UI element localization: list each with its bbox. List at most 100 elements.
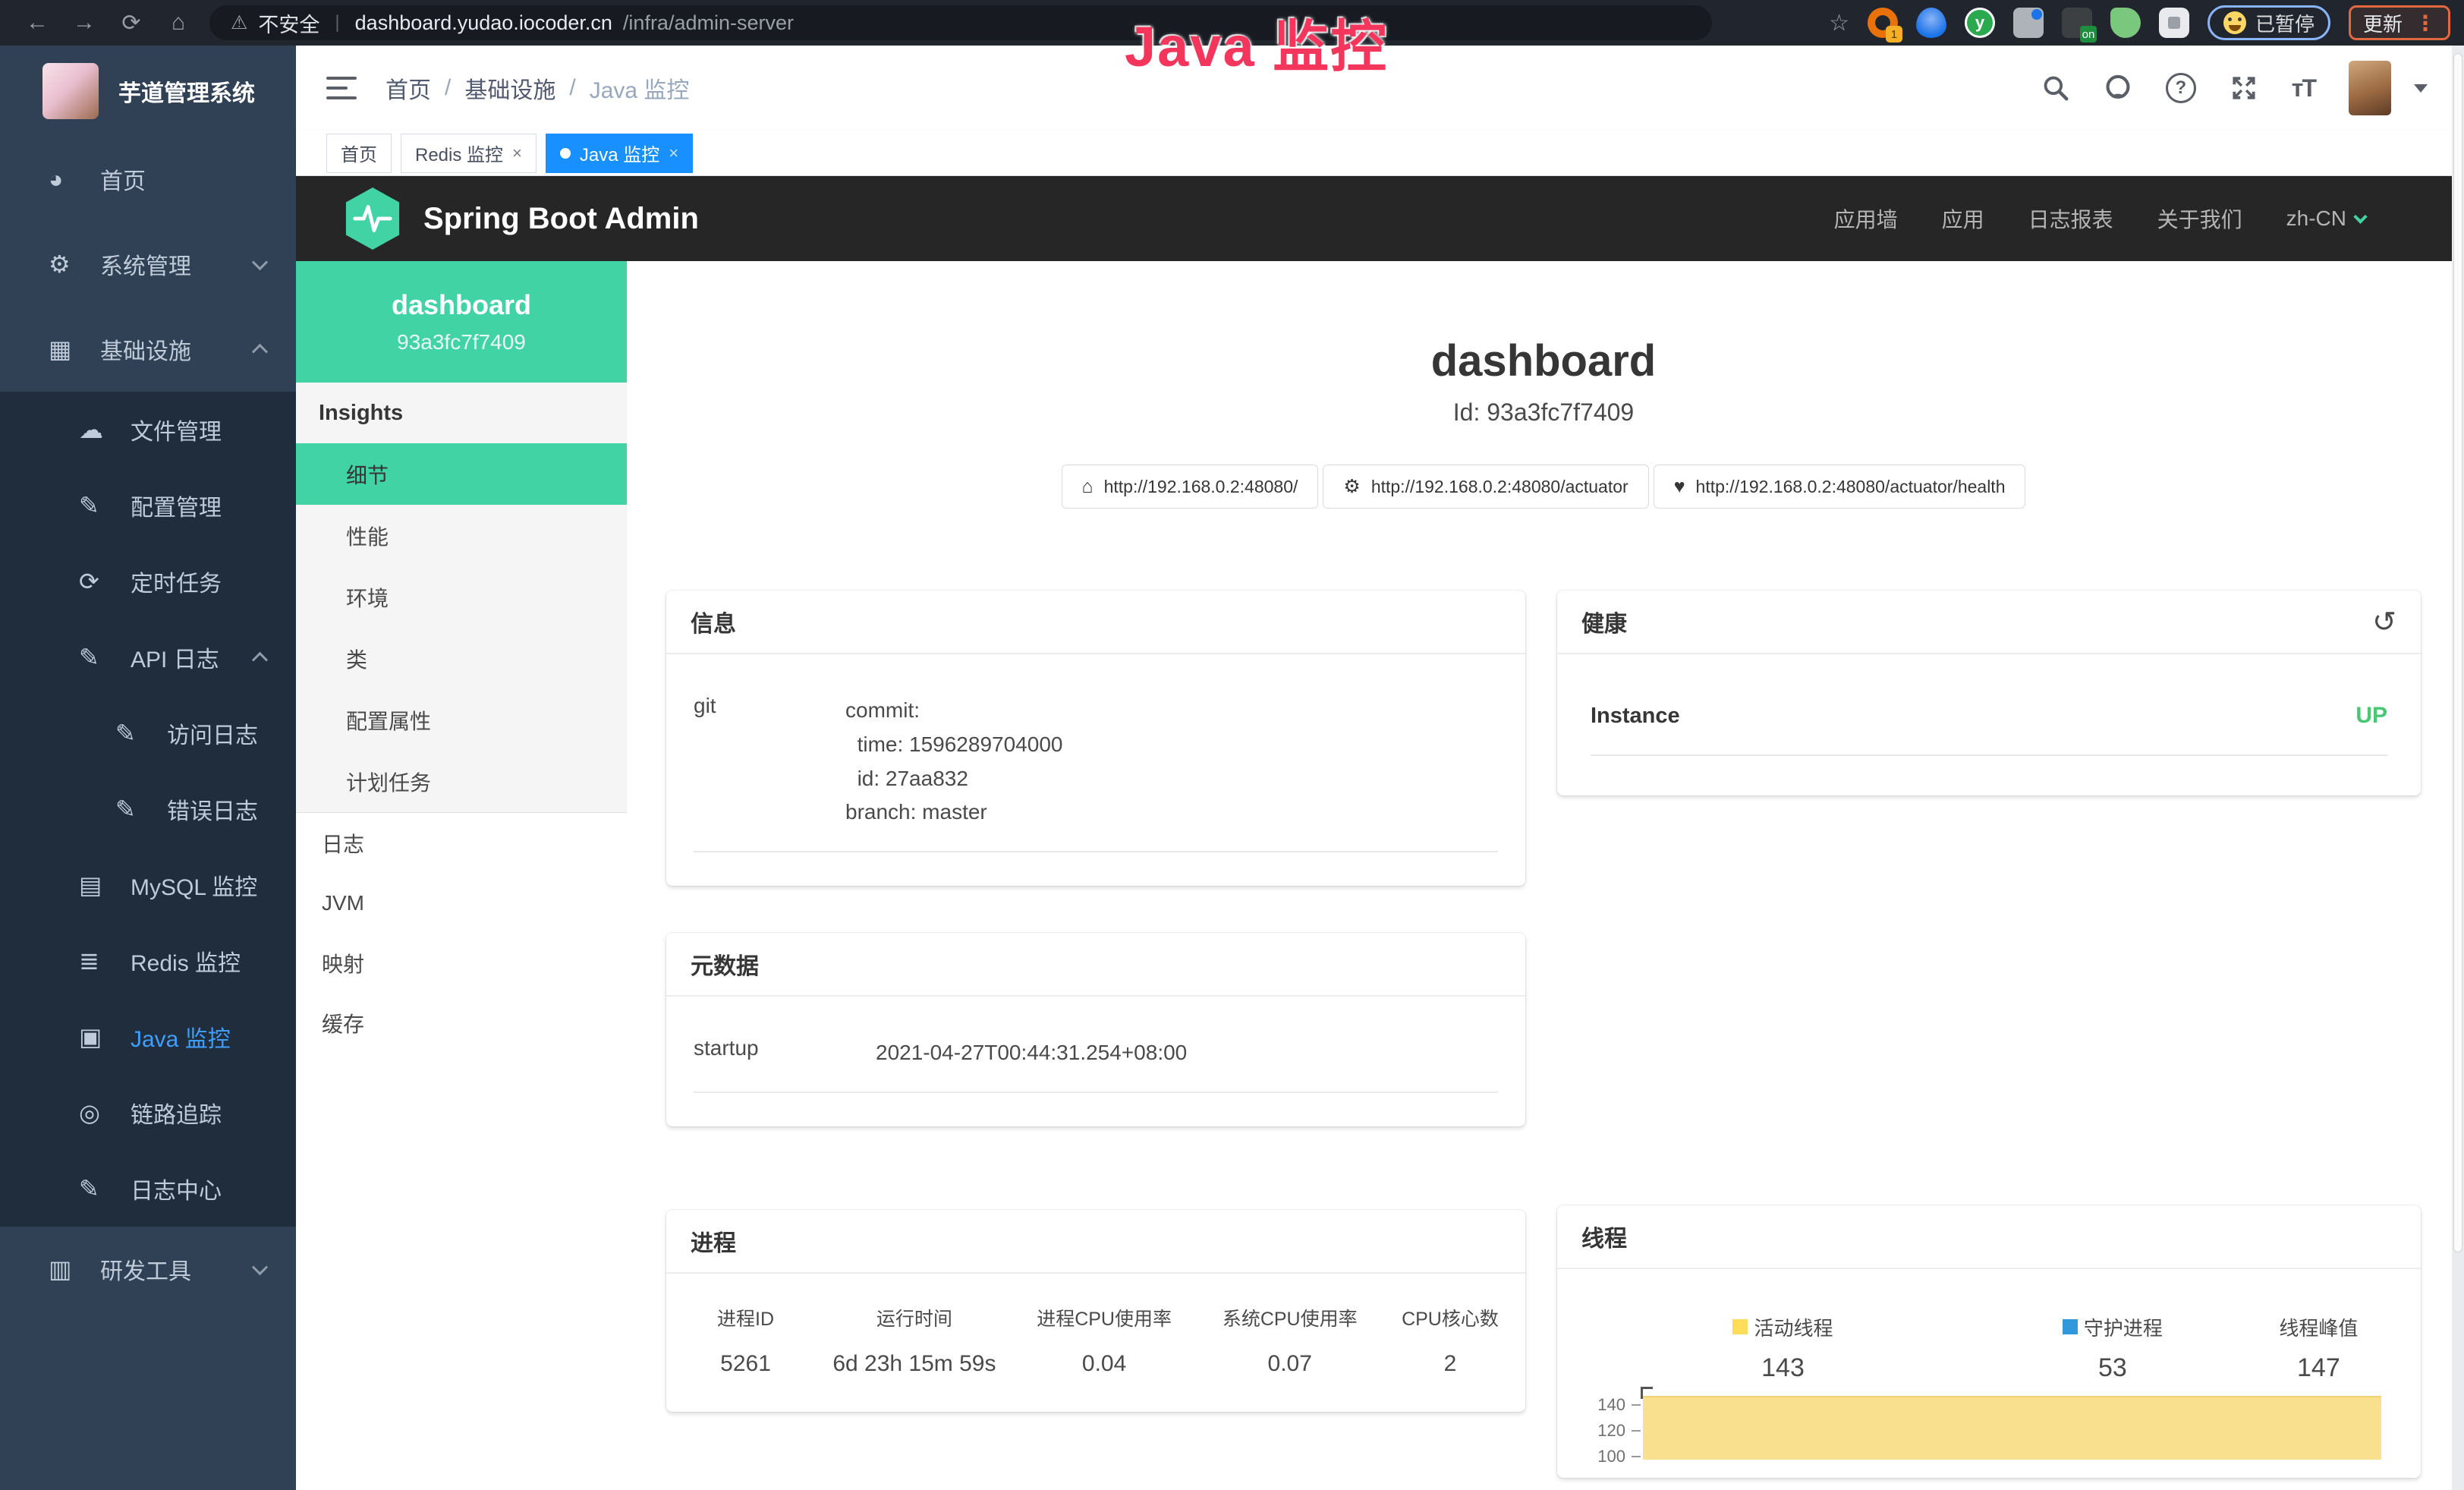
- sba-instance-header[interactable]: dashboard 93a3fc7f7409: [296, 261, 627, 383]
- sidebar-item-system[interactable]: ⚙ 系统管理: [0, 222, 296, 307]
- paused-profile-badge[interactable]: 已暂停: [2208, 5, 2330, 40]
- extension-icon-pin[interactable]: [1916, 8, 1946, 38]
- sba-item-performance[interactable]: 性能: [296, 505, 627, 566]
- collapse-sidebar-icon[interactable]: [326, 77, 357, 99]
- sba-item-details[interactable]: 细节: [296, 443, 627, 505]
- page-title: dashboard: [666, 335, 2421, 386]
- sidebar-item-config[interactable]: ✎ 配置管理: [0, 468, 296, 543]
- threads-area-chart: 140 120 100: [1577, 1394, 2401, 1478]
- github-icon[interactable]: [2104, 74, 2132, 102]
- health-url: http://192.168.0.2:48080/actuator/health: [1696, 477, 2006, 497]
- sba-nav-about[interactable]: 关于我们: [2157, 203, 2242, 234]
- font-size-icon[interactable]: тT: [2292, 74, 2315, 102]
- sba-nav-journal[interactable]: 日志报表: [2028, 203, 2113, 234]
- sba-item-mappings[interactable]: 映射: [296, 933, 627, 993]
- actuator-url-button[interactable]: ⚙ http://192.168.0.2:48080/actuator: [1323, 465, 1648, 509]
- bookmark-star-icon[interactable]: ☆: [1829, 10, 1849, 36]
- address-bar[interactable]: ⚠ 不安全 | dashboard.yudao.iocoder.cn/infra…: [209, 5, 1712, 40]
- search-icon[interactable]: [2041, 74, 2070, 102]
- sba-item-logs[interactable]: 日志: [296, 813, 627, 873]
- metadata-card-title: 元数据: [666, 933, 1525, 997]
- eye-icon: ◎: [79, 1098, 131, 1127]
- system-cpu-value: 0.07: [1197, 1351, 1383, 1377]
- sidebar-item-label: API 日志: [131, 641, 219, 674]
- sba-nav-wallboard[interactable]: 应用墙: [1834, 203, 1898, 234]
- screen: ← → ⟳ ⌂ ⚠ 不安全 | dashboard.yudao.iocoder.…: [0, 0, 2464, 1490]
- extension-icon-switch[interactable]: on: [2062, 8, 2092, 38]
- sidebar-item-job[interactable]: ⟳ 定时任务: [0, 543, 296, 619]
- browser-forward-icon[interactable]: →: [61, 10, 108, 36]
- sidebar-item-trace[interactable]: ◎ 链路追踪: [0, 1075, 296, 1151]
- close-icon[interactable]: ×: [512, 143, 522, 163]
- metadata-row-startup: startup 2021-04-27T00:44:31.254+08:00: [694, 1036, 1498, 1093]
- browser-reload-icon[interactable]: ⟳: [108, 10, 155, 36]
- sidebar-item-redis[interactable]: ≣ Redis 监控: [0, 923, 296, 999]
- app-logo-row[interactable]: 芋道管理系统: [0, 46, 296, 137]
- browser-home-icon[interactable]: ⌂: [155, 10, 202, 36]
- extension-icon-y[interactable]: y: [1965, 8, 1995, 38]
- sidebar-item-label: 首页: [100, 162, 146, 196]
- extension-icon-leaf[interactable]: [2110, 8, 2141, 38]
- url-host: dashboard.yudao.iocoder.cn: [355, 11, 612, 35]
- app-title: 芋道管理系统: [118, 74, 255, 108]
- sba-language-select[interactable]: zh-CN: [2286, 206, 2365, 231]
- health-row-instance: Instance UP: [1591, 703, 2387, 756]
- breadcrumb-section[interactable]: 基础设施: [464, 71, 555, 105]
- y-axis-tickmark: [1632, 1456, 1641, 1457]
- close-icon[interactable]: ×: [669, 143, 678, 163]
- process-table: 进程ID 运行时间 进程CPU使用率 系统CPU使用率 CPU核心数 5261 …: [674, 1304, 1518, 1377]
- sba-brand-title[interactable]: Spring Boot Admin: [423, 202, 699, 236]
- sba-item-environment[interactable]: 环境: [296, 566, 627, 628]
- page-scrollbar[interactable]: [2452, 46, 2464, 1490]
- breadcrumb-separator: /: [445, 75, 451, 101]
- scrollbar-thumb[interactable]: [2453, 53, 2462, 1252]
- chevron-down-icon: [252, 254, 268, 270]
- sba-item-config-props[interactable]: 配置属性: [296, 689, 627, 751]
- legend-live-threads: 活动线程: [1577, 1312, 1989, 1342]
- paused-label: 已暂停: [2255, 9, 2315, 37]
- extension-badge-count: 1: [1886, 26, 1902, 43]
- help-icon[interactable]: ?: [2166, 73, 2196, 103]
- sidebar-item-mysql[interactable]: ▤ MySQL 监控: [0, 847, 296, 923]
- sba-logo-icon[interactable]: [343, 186, 402, 251]
- sidebar-item-file[interactable]: ☁ 文件管理: [0, 392, 296, 468]
- fullscreen-icon[interactable]: [2230, 74, 2258, 102]
- service-url-button[interactable]: ⌂ http://192.168.0.2:48080/: [1062, 465, 1319, 509]
- breadcrumb-home[interactable]: 首页: [385, 71, 431, 105]
- browser-back-icon[interactable]: ←: [14, 10, 61, 36]
- tab-home[interactable]: 首页: [326, 134, 392, 173]
- y-axis-tick: 100: [1577, 1447, 1625, 1466]
- sba-item-jvm[interactable]: JVM: [296, 873, 627, 933]
- health-card: 健康 ↺ Instance UP: [1557, 591, 2421, 795]
- sidebar-item-infra[interactable]: ▦ 基础设施: [0, 307, 296, 392]
- chrome-update-button[interactable]: 更新 ⋮: [2349, 5, 2450, 40]
- sidebar-item-home[interactable]: ◕ 首页: [0, 137, 296, 222]
- sidebar-item-access-log[interactable]: ✎ 访问日志: [0, 695, 296, 771]
- sba-item-classes[interactable]: 类: [296, 628, 627, 689]
- sidebar-item-error-log[interactable]: ✎ 错误日志: [0, 771, 296, 847]
- user-avatar[interactable]: [2349, 61, 2391, 115]
- browser-menu-icon[interactable]: ⋮: [2415, 11, 2436, 36]
- actuator-url: http://192.168.0.2:48080/actuator: [1371, 477, 1629, 497]
- history-icon[interactable]: ↺: [2372, 605, 2396, 639]
- not-secure-label: 不安全: [258, 8, 319, 38]
- process-col-header: 系统CPU使用率: [1197, 1304, 1383, 1331]
- extension-badge-on: on: [2080, 26, 2097, 43]
- health-url-button[interactable]: ♥ http://192.168.0.2:48080/actuator/heal…: [1654, 465, 2026, 509]
- sidebar-item-java-monitor[interactable]: ▣ Java 监控: [0, 999, 296, 1075]
- sidebar-item-log-center[interactable]: ✎ 日志中心: [0, 1151, 296, 1227]
- sba-item-caches[interactable]: 缓存: [296, 993, 627, 1053]
- extension-icon-orange[interactable]: 1: [1868, 8, 1898, 38]
- extensions-puzzle-icon[interactable]: [2159, 8, 2189, 38]
- tab-redis-monitor[interactable]: Redis 监控 ×: [401, 134, 537, 173]
- sidebar-item-api-log[interactable]: ✎ API 日志: [0, 619, 296, 695]
- tab-java-monitor[interactable]: Java 监控 ×: [546, 134, 693, 173]
- sba-item-scheduled-tasks[interactable]: 计划任务: [296, 751, 627, 812]
- user-menu-caret-icon[interactable]: [2414, 84, 2428, 93]
- info-value: commit: time: 1596289704000 id: 27aa832 …: [845, 694, 1062, 830]
- sba-nav-applications[interactable]: 应用: [1942, 203, 1984, 234]
- extension-icon-grid[interactable]: [2013, 8, 2044, 38]
- sidebar-item-devtools[interactable]: ▥ 研发工具: [0, 1227, 296, 1312]
- app-logo: [42, 63, 99, 119]
- process-col-header: 运行时间: [817, 1304, 1012, 1331]
